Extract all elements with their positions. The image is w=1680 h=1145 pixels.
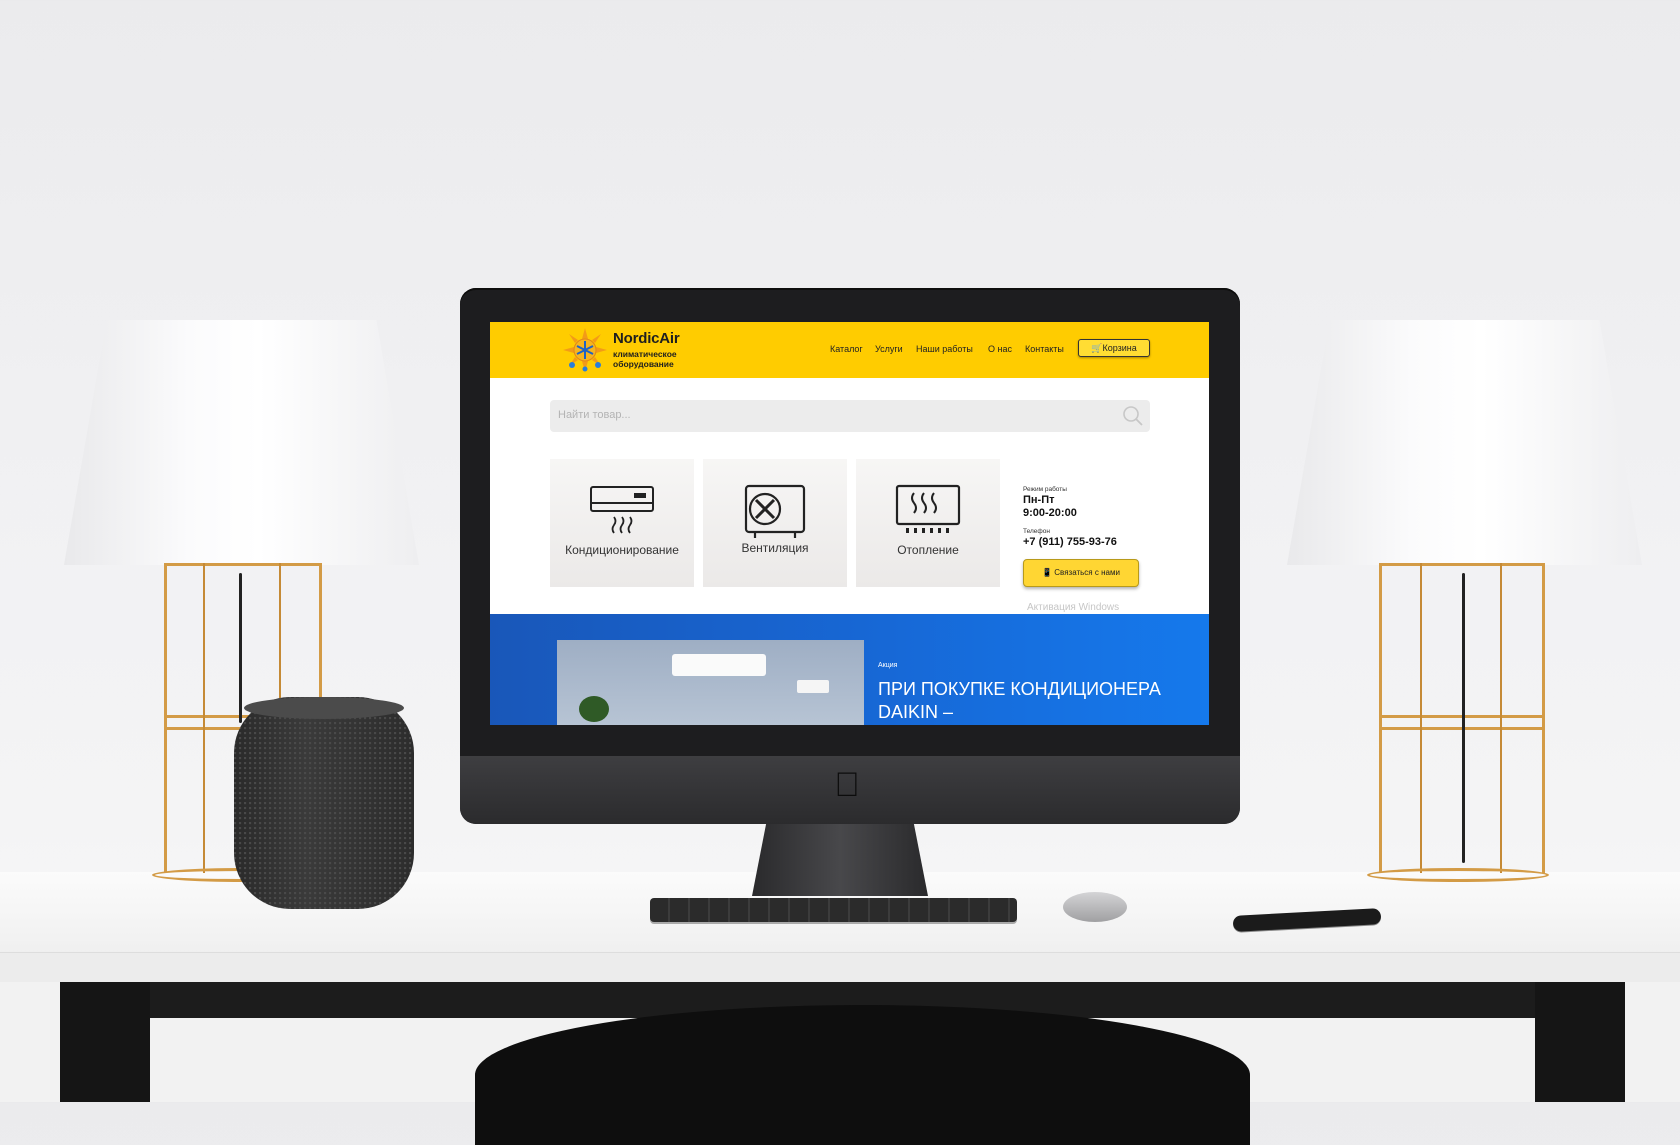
lamp-shade bbox=[1287, 320, 1642, 565]
lamp-cord bbox=[239, 573, 242, 723]
mouse bbox=[1063, 892, 1127, 922]
air-conditioner-icon bbox=[590, 486, 654, 534]
category-label: Вентиляция bbox=[741, 541, 809, 555]
category-card-ventilation[interactable]: Вентиляция bbox=[703, 459, 847, 587]
heater-icon bbox=[895, 484, 961, 533]
apple-logo-icon:  bbox=[832, 768, 862, 802]
promo-banner[interactable]: Акция ПРИ ПОКУПКЕ КОНДИЦИОНЕРА DAIKIN – bbox=[490, 614, 1209, 725]
keyboard bbox=[650, 898, 1017, 922]
windows-activation-watermark: Активация Windows bbox=[1027, 602, 1120, 613]
category-label: Кондиционирование bbox=[565, 543, 679, 557]
category-card-conditioning[interactable]: Кондиционирование bbox=[550, 459, 694, 587]
smart-speaker bbox=[234, 697, 414, 909]
phone-icon: 📱 bbox=[1042, 568, 1053, 577]
promo-title: ПРИ ПОКУПКЕ КОНДИЦИОНЕРА DAIKIN – bbox=[878, 679, 1161, 722]
phone-number[interactable]: +7 (911) 755-93-76 bbox=[1023, 536, 1117, 548]
lamp-right bbox=[1287, 320, 1642, 895]
lamp-base bbox=[1367, 868, 1549, 882]
contact-button-label: Связаться с нами bbox=[1054, 568, 1120, 577]
promo-image bbox=[557, 640, 864, 725]
desk-leg-right bbox=[1535, 982, 1625, 1102]
phone-label: Телефон bbox=[1023, 528, 1050, 535]
fan-icon bbox=[744, 484, 806, 538]
desk-leg-left bbox=[60, 982, 150, 1102]
search-input[interactable]: Найти товар... bbox=[550, 400, 1150, 432]
smart-speaker-top bbox=[244, 697, 404, 719]
cart-label: Корзина bbox=[1102, 343, 1137, 353]
search-icon[interactable] bbox=[1122, 405, 1144, 427]
monitor-stand bbox=[752, 824, 928, 896]
contact-button[interactable]: 📱 Связаться с нами bbox=[1023, 559, 1139, 587]
nav-about[interactable]: О нас bbox=[988, 344, 1012, 354]
nav-services[interactable]: Услуги bbox=[875, 344, 903, 354]
hours-days: Пн-Пт bbox=[1023, 494, 1055, 506]
search-placeholder: Найти товар... bbox=[558, 409, 631, 421]
brand-name[interactable]: NordicAir bbox=[613, 330, 680, 347]
lamp-cage bbox=[1379, 563, 1545, 873]
air-conditioner-image bbox=[672, 654, 766, 676]
lamp-cord bbox=[1462, 573, 1465, 863]
nav-catalog[interactable]: Каталог bbox=[830, 344, 863, 354]
outdoor-unit-image bbox=[797, 680, 829, 693]
lamp-shade bbox=[64, 320, 419, 565]
cart-icon: 🛒 bbox=[1091, 343, 1103, 353]
logo-icon bbox=[563, 328, 607, 372]
promo-tag: Акция bbox=[878, 662, 898, 669]
nav-works[interactable]: Наши работы bbox=[916, 344, 973, 354]
plant-image bbox=[579, 696, 609, 722]
brand-subtitle: климатическое оборудование bbox=[613, 349, 677, 369]
hours-time: 9:00-20:00 bbox=[1023, 507, 1077, 519]
category-label: Отопление bbox=[897, 543, 959, 557]
chair-back bbox=[475, 1005, 1250, 1145]
browser-viewport: NordicAir климатическое оборудование Кат… bbox=[490, 322, 1209, 725]
hours-label: Режим работы bbox=[1023, 486, 1067, 493]
desk-edge bbox=[0, 952, 1680, 983]
cart-button[interactable]: 🛒Корзина bbox=[1078, 339, 1150, 357]
nav-contacts[interactable]: Контакты bbox=[1025, 344, 1064, 354]
category-card-heating[interactable]: Отопление bbox=[856, 459, 1000, 587]
site-header: NordicAir климатическое оборудование Кат… bbox=[490, 322, 1209, 378]
